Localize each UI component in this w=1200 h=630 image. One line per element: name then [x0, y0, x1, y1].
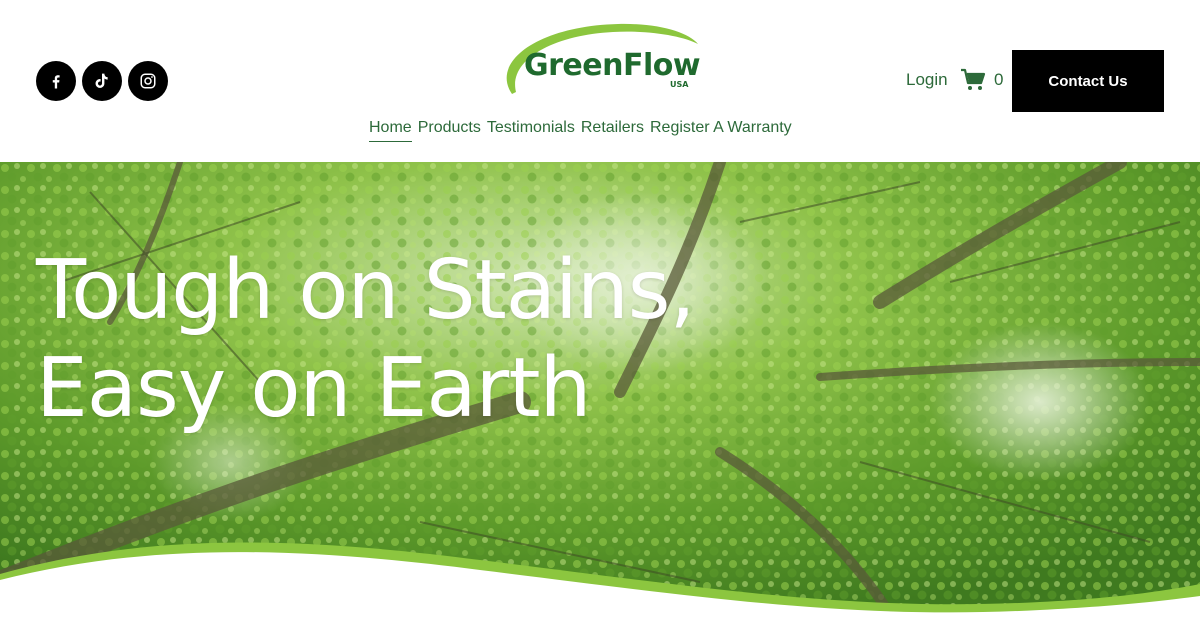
instagram-icon	[140, 73, 156, 89]
site-header: GreenFlow USA Home Products Testimonials…	[0, 0, 1200, 162]
facebook-link[interactable]	[36, 61, 76, 101]
brand-sub: USA	[670, 80, 689, 89]
cart-icon	[961, 68, 986, 90]
hero-wave-divider	[0, 542, 1200, 630]
facebook-icon	[52, 75, 60, 89]
instagram-link[interactable]	[128, 61, 168, 101]
cart-count: 0	[994, 70, 1004, 89]
cart-link[interactable]: 0	[960, 68, 1003, 92]
nav-products[interactable]: Products	[418, 118, 481, 142]
nav-home[interactable]: Home	[369, 118, 412, 142]
brand-logo[interactable]: GreenFlow USA	[498, 22, 703, 97]
login-link[interactable]: Login	[906, 70, 948, 90]
main-nav: Home Products Testimonials Retailers Reg…	[369, 118, 792, 142]
tiktok-link[interactable]	[82, 61, 122, 101]
nav-testimonials[interactable]: Testimonials	[487, 118, 575, 142]
nav-register-warranty[interactable]: Register A Warranty	[650, 118, 792, 142]
tiktok-icon	[95, 73, 108, 88]
nav-retailers[interactable]: Retailers	[581, 118, 644, 142]
brand-name: GreenFlow	[524, 48, 701, 83]
hero-section: Tough on Stains, Easy on Earth	[0, 162, 1200, 630]
social-links	[36, 61, 168, 101]
contact-us-button[interactable]: Contact Us	[1012, 50, 1164, 112]
